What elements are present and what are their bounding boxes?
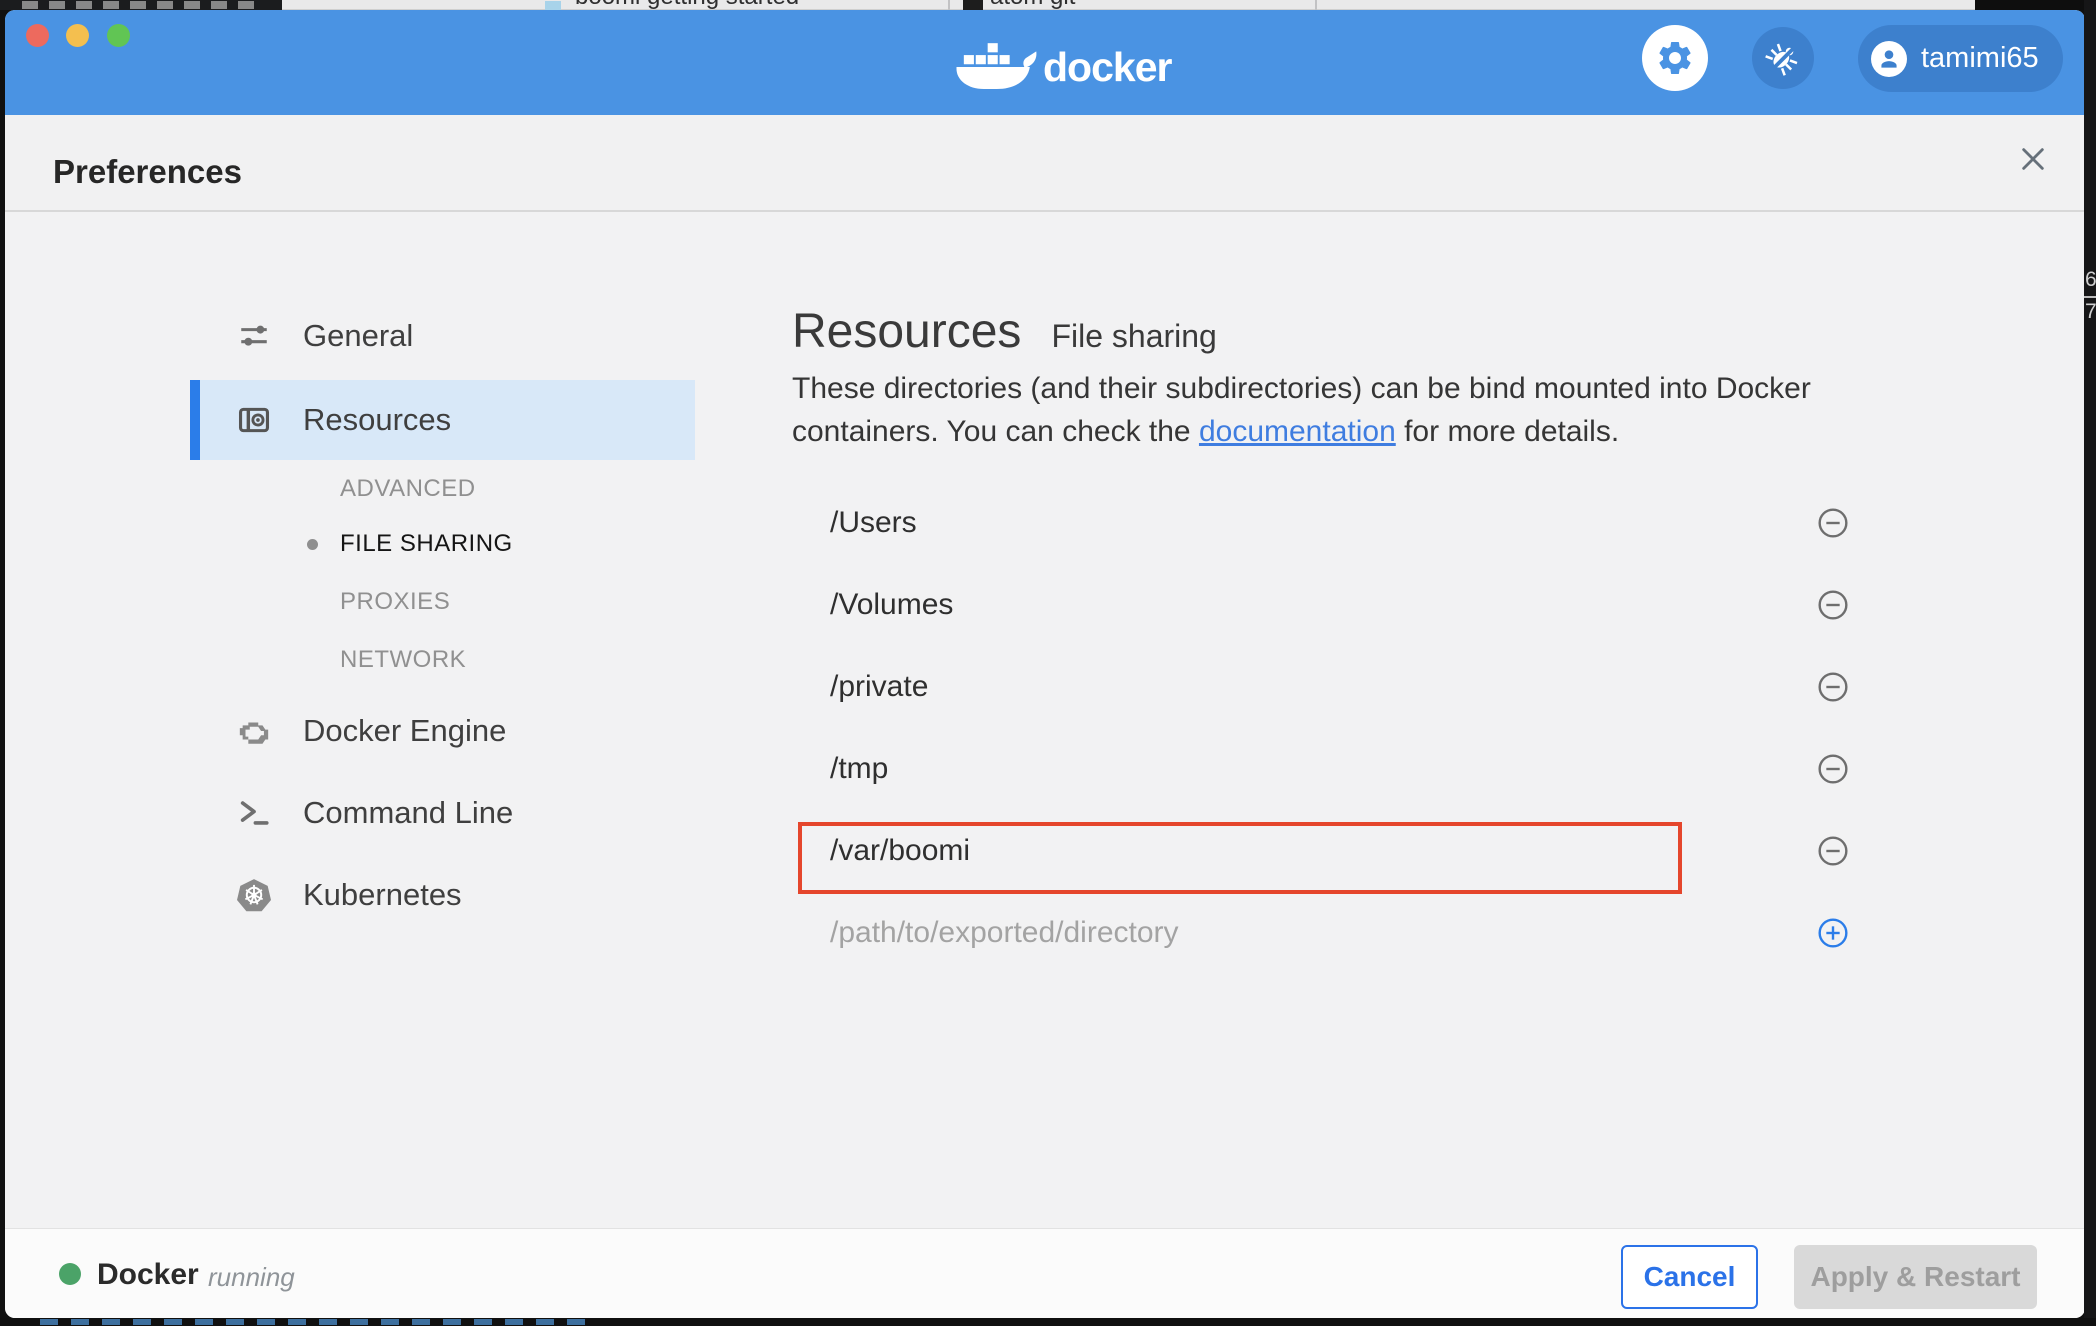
docker-preferences-window: docker: [5, 10, 2085, 1318]
kubernetes-icon: [235, 876, 273, 914]
description: These directories (and their subdirector…: [792, 367, 1811, 453]
selected-indicator: [190, 380, 200, 460]
sidebar-item-label: PROXIES: [340, 588, 450, 616]
username: tamimi65: [1921, 42, 2039, 75]
sidebar-item-command-line[interactable]: Command Line: [190, 777, 695, 849]
sidebar-subitem-proxies[interactable]: PROXIES: [190, 577, 695, 627]
path-row[interactable]: /private: [790, 646, 1868, 728]
description-line1: These directories (and their subdirector…: [792, 372, 1811, 405]
path-row[interactable]: /Volumes: [790, 564, 1868, 646]
tab-separator: [948, 0, 950, 10]
remove-path-button[interactable]: [1817, 507, 1849, 539]
account-button[interactable]: tamimi65: [1858, 25, 2063, 92]
sidebar-subitem-network[interactable]: NETWORK: [190, 635, 695, 685]
sidebar-subitem-file-sharing[interactable]: FILE SHARING: [190, 519, 695, 569]
close-button[interactable]: [2015, 141, 2051, 177]
background-top-sliver: boomi getting started atom git: [0, 0, 2096, 10]
browser-favicon-2: [963, 0, 983, 10]
status-text: running: [208, 1262, 295, 1293]
sidebar-item-docker-engine[interactable]: Docker Engine: [190, 695, 695, 767]
background-line-number: 61: [2085, 268, 2096, 292]
person-icon: [1876, 46, 1902, 72]
settings-button[interactable]: [1642, 25, 1708, 91]
background-line-number: 72: [2085, 300, 2096, 324]
sidebar-item-label: ADVANCED: [340, 475, 476, 503]
traffic-light-minimize-button[interactable]: [66, 24, 89, 47]
add-path-button[interactable]: [1817, 917, 1849, 949]
new-path-placeholder: /path/to/exported/directory: [830, 892, 1179, 974]
sidebar-item-label: NETWORK: [340, 646, 466, 674]
docker-logo: docker: [951, 32, 1171, 102]
sidebar-item-label: Docker Engine: [303, 713, 506, 749]
remove-path-button[interactable]: [1817, 835, 1849, 867]
browser-tab-1[interactable]: boomi getting started: [575, 0, 799, 10]
browser-favicon-1: [545, 1, 561, 10]
cancel-button[interactable]: Cancel: [1621, 1245, 1758, 1309]
documentation-link[interactable]: documentation: [1199, 415, 1396, 448]
sidebar-item-label: Resources: [303, 402, 451, 438]
footer-app-name: Docker: [97, 1258, 199, 1292]
content-heading: Resources File sharing: [792, 304, 1217, 359]
path-value: /var/boomi: [830, 810, 970, 892]
active-bullet-icon: [307, 539, 318, 550]
add-path-row[interactable]: /path/to/exported/directory: [790, 892, 1868, 974]
section-title: Resources: [792, 304, 1021, 359]
preferences-sidebar: General Resources ADVANCED FILE SHARING …: [190, 212, 695, 1112]
description-line2-before: containers. You can check the: [792, 415, 1199, 448]
path-value: /private: [830, 646, 928, 728]
gear-icon: [1655, 38, 1695, 78]
sidebar-item-resources[interactable]: Resources: [190, 380, 695, 460]
remove-path-button[interactable]: [1817, 753, 1849, 785]
footer-bar: Docker running Cancel Apply & Restart: [5, 1228, 2085, 1318]
path-value: /tmp: [830, 728, 888, 810]
sidebar-item-kubernetes[interactable]: Kubernetes: [190, 859, 695, 931]
background-dark-corner: [1975, 0, 2096, 10]
path-value: /Users: [830, 482, 917, 564]
traffic-light-close-button[interactable]: [26, 24, 49, 47]
background-terminal-text: [40, 1319, 585, 1325]
sidebar-item-label: FILE SHARING: [340, 530, 513, 558]
background-divider: [2084, 296, 2096, 298]
path-row-highlighted[interactable]: /var/boomi: [790, 810, 1868, 892]
close-icon: [2019, 145, 2047, 173]
engine-icon: [235, 712, 273, 750]
section-subtitle: File sharing: [1051, 318, 1216, 355]
resources-icon: [235, 401, 273, 439]
bug-icon: [1764, 39, 1802, 77]
terminal-icon: [235, 794, 273, 832]
traffic-light-zoom-button[interactable]: [107, 24, 130, 47]
browser-tab-2[interactable]: atom git: [990, 0, 1075, 10]
apply-restart-button[interactable]: Apply & Restart: [1794, 1245, 2037, 1309]
background-bottom-sliver: [0, 1318, 2096, 1326]
preferences-titlebar: Preferences: [5, 115, 2085, 212]
path-value: /Volumes: [830, 564, 953, 646]
path-row[interactable]: /Users: [790, 482, 1868, 564]
sidebar-item-general[interactable]: General: [190, 300, 695, 372]
remove-path-button[interactable]: [1817, 671, 1849, 703]
sidebar-item-label: General: [303, 318, 413, 354]
page-title: Preferences: [53, 153, 242, 191]
sidebar-item-label: Command Line: [303, 795, 513, 831]
sidebar-item-label: Kubernetes: [303, 877, 462, 913]
sidebar-subitem-advanced[interactable]: ADVANCED: [190, 464, 695, 514]
app-header: docker: [5, 10, 2085, 115]
tab-separator: [1315, 0, 1317, 10]
docker-wordmark: docker: [1043, 44, 1171, 91]
troubleshoot-button[interactable]: [1752, 27, 1814, 89]
browser-tabstrip-sliver: boomi getting started atom git: [282, 0, 1975, 10]
background-terminal-text: [22, 1, 262, 9]
background-right-sliver: 61 72: [2084, 0, 2096, 1326]
avatar: [1871, 41, 1907, 77]
path-row[interactable]: /tmp: [790, 728, 1868, 810]
remove-path-button[interactable]: [1817, 589, 1849, 621]
description-line2-after: for more details.: [1396, 415, 1619, 448]
background-terminal-tab-sliver: [0, 0, 282, 10]
sliders-icon: [235, 317, 273, 355]
docker-whale-icon: [951, 34, 1039, 100]
status-dot-icon: [59, 1263, 81, 1285]
